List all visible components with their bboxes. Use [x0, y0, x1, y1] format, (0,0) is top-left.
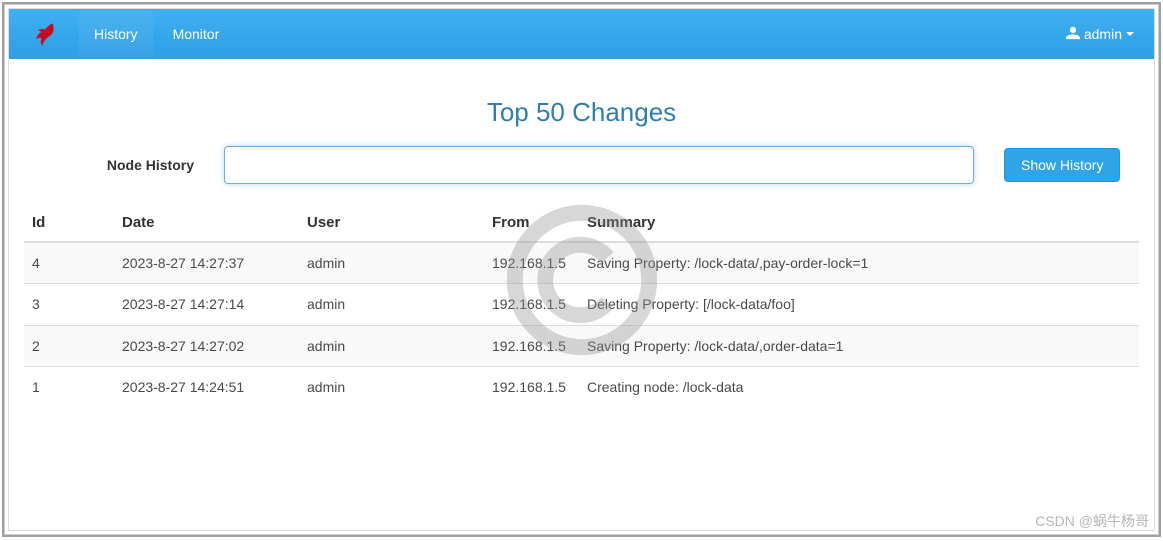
logo[interactable]: [24, 14, 64, 54]
cell-summary: Saving Property: /lock-data/,order-data=…: [579, 325, 1139, 366]
main-container: Top 50 Changes Node History Show History…: [9, 59, 1154, 407]
cell-date: 2023-8-27 14:24:51: [114, 366, 299, 407]
cell-from: 192.168.1.5: [484, 284, 579, 325]
node-history-input[interactable]: [224, 146, 974, 184]
navbar: History Monitor admin: [9, 9, 1154, 59]
window-frame: History Monitor admin Top 50 Changes Nod…: [2, 2, 1161, 537]
cell-from: 192.168.1.5: [484, 325, 579, 366]
cell-date: 2023-8-27 14:27:02: [114, 325, 299, 366]
cell-user: admin: [299, 325, 484, 366]
table-row: 32023-8-27 14:27:14admin192.168.1.5Delet…: [24, 284, 1139, 325]
cell-summary: Creating node: /lock-data: [579, 366, 1139, 407]
user-label: admin: [1084, 26, 1122, 42]
th-id: Id: [24, 204, 114, 242]
user-dropdown[interactable]: admin: [1061, 16, 1139, 53]
content-panel: History Monitor admin Top 50 Changes Nod…: [8, 8, 1155, 531]
chevron-down-icon: [1126, 32, 1134, 36]
th-date: Date: [114, 204, 299, 242]
cell-id: 4: [24, 242, 114, 284]
cell-summary: Deleting Property: [/lock-data/foo]: [579, 284, 1139, 325]
cell-id: 2: [24, 325, 114, 366]
cell-id: 1: [24, 366, 114, 407]
user-icon: [1066, 26, 1080, 43]
show-history-button[interactable]: Show History: [1004, 148, 1120, 182]
cell-date: 2023-8-27 14:27:14: [114, 284, 299, 325]
table-row: 12023-8-27 14:24:51admin192.168.1.5Creat…: [24, 366, 1139, 407]
form-label-node-history: Node History: [84, 157, 194, 173]
cell-summary: Saving Property: /lock-data/,pay-order-l…: [579, 242, 1139, 284]
cell-from: 192.168.1.5: [484, 242, 579, 284]
th-from: From: [484, 204, 579, 242]
nav-link-history[interactable]: History: [79, 11, 153, 57]
search-form: Node History Show History: [24, 146, 1139, 184]
bird-icon: [30, 20, 58, 48]
cell-from: 192.168.1.5: [484, 366, 579, 407]
cell-user: admin: [299, 284, 484, 325]
table-row: 22023-8-27 14:27:02admin192.168.1.5Savin…: [24, 325, 1139, 366]
cell-user: admin: [299, 366, 484, 407]
th-user: User: [299, 204, 484, 242]
cell-date: 2023-8-27 14:27:37: [114, 242, 299, 284]
th-summary: Summary: [579, 204, 1139, 242]
cell-id: 3: [24, 284, 114, 325]
nav-link-monitor[interactable]: Monitor: [158, 11, 235, 57]
page-title: Top 50 Changes: [24, 97, 1139, 128]
cell-user: admin: [299, 242, 484, 284]
nav-links: History Monitor: [79, 11, 234, 57]
history-table: Id Date User From Summary 42023-8-27 14:…: [24, 204, 1139, 407]
table-row: 42023-8-27 14:27:37admin192.168.1.5Savin…: [24, 242, 1139, 284]
